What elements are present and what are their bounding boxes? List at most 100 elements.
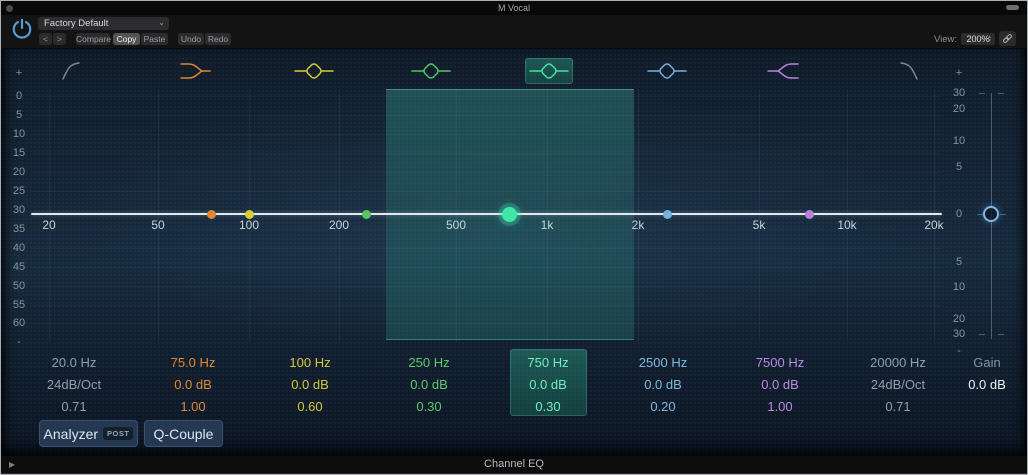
band-5-handle[interactable] [501, 207, 517, 222]
left-scale-tick: 20 [12, 166, 26, 178]
gain-scale-tick: 5 [955, 256, 963, 268]
left-scale-tick: 30 [12, 204, 26, 216]
analyzer-label: Analyzer [43, 425, 99, 442]
band-6-bell-icon[interactable] [643, 58, 691, 84]
gain-scale-tick: 0 [955, 208, 963, 220]
compare-button[interactable]: Compare [76, 33, 111, 45]
grid-line [31, 267, 942, 268]
left-scale-tick: 40 [12, 242, 26, 254]
band-2-handle[interactable] [206, 210, 216, 219]
grid-line [31, 134, 942, 135]
grid-line [31, 96, 942, 97]
prev-preset-button[interactable]: < [39, 33, 52, 45]
title-bar: M Vocal [1, 1, 1027, 15]
band-3-bell-icon[interactable] [290, 58, 338, 84]
band-4-frequency[interactable]: 250 Hz [374, 352, 484, 374]
freq-tick: 10k [837, 218, 857, 232]
window-resize-control[interactable] [1006, 5, 1019, 10]
band-1-frequency[interactable]: 20.0 Hz [19, 352, 129, 374]
grid-line [31, 248, 942, 249]
plugin-toolbar: Factory Default ⌄ < > Compare Copy Paste… [1, 15, 1027, 49]
band-6-gain[interactable]: 0.0 dB [608, 374, 718, 396]
band-5-gain[interactable]: 0.0 dB [493, 374, 603, 396]
gain-scale-tick: 30 [952, 328, 966, 340]
analyzer-post-badge[interactable]: POST [103, 427, 134, 440]
band-2-low-shelf-icon[interactable] [172, 58, 220, 84]
freq-tick: 20k [924, 218, 944, 232]
band-1-params: 20.0 Hz 24dB/Oct 0.71 [19, 352, 129, 418]
gain-slider-knob[interactable] [983, 206, 999, 222]
gain-scale-tick: 20 [952, 313, 966, 325]
freq-tick: 1k [540, 218, 554, 232]
channel-eq-window: M Vocal Factory Default ⌄ < > Compare Co… [0, 0, 1028, 475]
band-5-bell-icon[interactable] [525, 58, 573, 84]
band-8-q[interactable]: 0.71 [843, 396, 953, 418]
band-4-handle[interactable] [361, 210, 371, 219]
band-6-params: 2500 Hz 0.0 dB 0.20 [608, 352, 718, 418]
band-2-frequency[interactable]: 75.0 Hz [138, 352, 248, 374]
master-gain-params: Gain 0.0 dB [951, 352, 1023, 396]
band-1-slope[interactable]: 24dB/Oct [19, 374, 129, 396]
band-3-frequency[interactable]: 100 Hz [255, 352, 365, 374]
chevron-down-icon: ⌄ [158, 18, 165, 27]
preset-selector[interactable]: Factory Default ⌄ [38, 17, 169, 30]
band-3-q[interactable]: 0.60 [255, 396, 365, 418]
band-4-gain[interactable]: 0.0 dB [374, 374, 484, 396]
copy-button[interactable]: Copy [113, 33, 140, 45]
grid-line [31, 172, 942, 173]
next-preset-button[interactable]: > [53, 33, 66, 45]
left-scale-plus: + [15, 67, 23, 79]
band-5-q[interactable]: 0.30 [493, 396, 603, 418]
band-2-q[interactable]: 1.00 [138, 396, 248, 418]
left-scale-minus: - [17, 336, 21, 348]
band-1-highpass-icon[interactable] [54, 58, 102, 84]
band-3-params: 100 Hz 0.0 dB 0.60 [255, 352, 365, 418]
band-7-high-shelf-icon[interactable] [760, 58, 808, 84]
band-7-gain[interactable]: 0.0 dB [725, 374, 835, 396]
paste-button[interactable]: Paste [141, 33, 168, 45]
left-scale-tick: 10 [12, 128, 26, 140]
analyzer-button[interactable]: Analyzer POST [39, 420, 138, 447]
undo-button[interactable]: Undo [178, 33, 204, 45]
left-scale-tick: 15 [12, 147, 26, 159]
power-button[interactable] [9, 16, 35, 44]
band-4-params: 250 Hz 0.0 dB 0.30 [374, 352, 484, 418]
gain-scale-tick: 5 [955, 161, 963, 173]
band-7-frequency[interactable]: 7500 Hz [725, 352, 835, 374]
left-scale-tick: 50 [12, 280, 26, 292]
view-label: View: [933, 34, 957, 45]
redo-button[interactable]: Redo [205, 33, 231, 45]
grid-line [31, 286, 942, 287]
freq-tick: 20 [42, 218, 56, 232]
band-3-gain[interactable]: 0.0 dB [255, 374, 365, 396]
band-6-handle[interactable] [662, 210, 672, 219]
gain-scale-tick: 10 [952, 281, 966, 293]
slider-tick [979, 334, 985, 335]
band-6-q[interactable]: 0.20 [608, 396, 718, 418]
band-6-frequency[interactable]: 2500 Hz [608, 352, 718, 374]
plugin-name-bar: ▶ Channel EQ [1, 456, 1027, 473]
band-7-q[interactable]: 1.00 [725, 396, 835, 418]
band-4-bell-icon[interactable] [407, 58, 455, 84]
band-8-frequency[interactable]: 20000 Hz [843, 352, 953, 374]
band-4-q[interactable]: 0.30 [374, 396, 484, 418]
slider-tick [979, 93, 985, 94]
band-1-q[interactable]: 0.71 [19, 396, 129, 418]
band-7-handle[interactable] [804, 210, 814, 219]
band-5-frequency[interactable]: 750 Hz [493, 352, 603, 374]
freq-tick: 200 [328, 218, 350, 232]
band-8-lowpass-icon[interactable] [878, 58, 926, 84]
gain-scale-tick: 20 [952, 103, 966, 115]
gain-scale-tick: 30 [952, 87, 966, 99]
link-button[interactable] [999, 31, 1016, 46]
view-zoom-select[interactable]: 200% ▲ ▼ [961, 33, 995, 45]
band-2-gain[interactable]: 0.0 dB [138, 374, 248, 396]
master-gain-label: Gain [973, 355, 1001, 370]
band-8-slope[interactable]: 24dB/Oct [843, 374, 953, 396]
slider-tick [1000, 214, 1006, 215]
q-couple-button[interactable]: Q-Couple [144, 420, 223, 447]
stepper-arrows-icon[interactable]: ▲ ▼ [986, 33, 993, 45]
freq-tick: 500 [445, 218, 467, 232]
freq-tick: 50 [151, 218, 165, 232]
master-gain-value[interactable]: 0.0 dB [951, 374, 1023, 396]
